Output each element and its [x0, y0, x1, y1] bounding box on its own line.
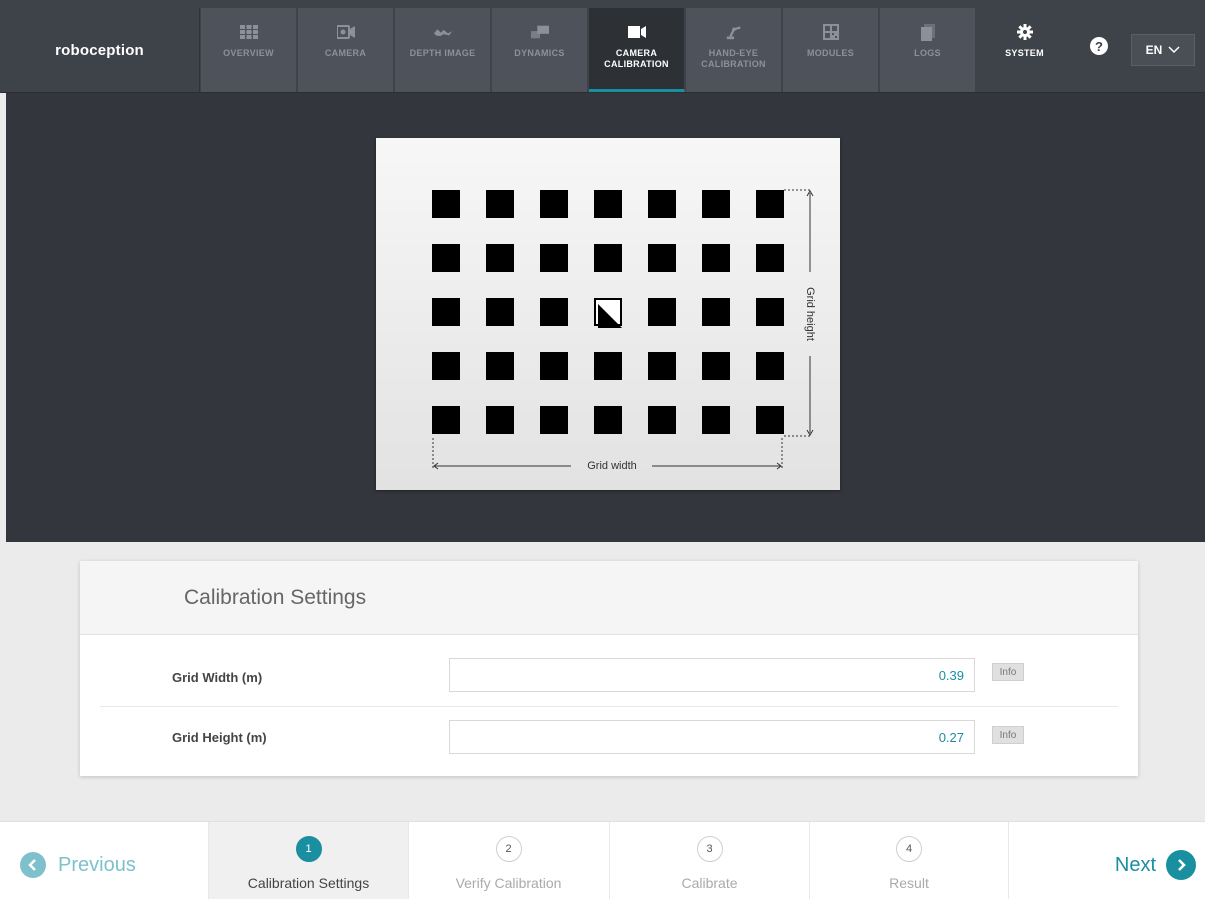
- video-camera-icon: [627, 24, 646, 40]
- nav-label: LOGS: [914, 48, 941, 58]
- gear-icon: [1016, 24, 1034, 40]
- grid-height-input[interactable]: [449, 720, 975, 754]
- calibration-settings-panel: Calibration Settings Grid Width (m) Info…: [80, 561, 1138, 776]
- nav-item-hand-eye-calibration[interactable]: HAND-EYE CALIBRATION: [686, 8, 782, 92]
- help-icon[interactable]: ?: [1090, 37, 1108, 55]
- grid-width-input[interactable]: [449, 658, 975, 692]
- nav-item-overview[interactable]: OVERVIEW: [201, 8, 297, 92]
- grid-height-row: Grid Height (m) Info: [100, 707, 1118, 767]
- nav-label: DYNAMICS: [514, 48, 565, 58]
- nav-label: SYSTEM: [1005, 48, 1044, 58]
- grid-width-info-button[interactable]: Info: [992, 663, 1024, 681]
- language-value: EN: [1145, 43, 1163, 57]
- nav-item-modules[interactable]: MODULES: [783, 8, 879, 92]
- nav-item-system[interactable]: SYSTEM: [977, 8, 1073, 92]
- language-select[interactable]: EN: [1131, 34, 1195, 66]
- wizard-footer: Previous 1 Calibration Settings 2 Verify…: [0, 821, 1205, 899]
- grid-width-label: Grid Width (m): [172, 669, 263, 685]
- grid-width-row: Grid Width (m) Info: [100, 647, 1118, 707]
- grid-dimension-lines: [432, 189, 814, 470]
- step-label: Calibration Settings: [247, 875, 370, 891]
- panel-title: Calibration Settings: [184, 585, 367, 609]
- grid-height-label: Grid height: [804, 287, 816, 341]
- next-label: Next: [1114, 853, 1156, 876]
- grid-icon: [239, 24, 258, 40]
- step-calibration-settings[interactable]: 1 Calibration Settings: [208, 822, 408, 899]
- step-label: Result: [889, 875, 929, 891]
- step-label: Verify Calibration: [455, 875, 562, 891]
- step-number: 3: [696, 836, 723, 862]
- modules-icon: [822, 24, 840, 40]
- step-label: Calibrate: [681, 875, 738, 891]
- calibration-diagram-area: Grid height Grid width: [6, 93, 1205, 542]
- nav-item-dynamics[interactable]: DYNAMICS: [492, 8, 588, 92]
- logs-icon: [919, 23, 937, 41]
- grid-width-label: Grid width: [587, 460, 637, 472]
- step-number: 2: [495, 836, 522, 862]
- step-result[interactable]: 4 Result: [809, 822, 1009, 899]
- nav-item-camera-calibration[interactable]: CAMERA CALIBRATION: [589, 8, 685, 92]
- chevron-left-icon: [20, 852, 46, 878]
- brand-name: roboception: [55, 41, 144, 59]
- panel-header: Calibration Settings: [80, 561, 1138, 635]
- nav-label: MODULES: [806, 48, 855, 58]
- grid-height-label: Grid Height (m): [172, 729, 267, 745]
- help-slot: ?: [1074, 8, 1124, 92]
- dynamics-icon: [530, 24, 549, 40]
- brand-logo[interactable]: roboception: [0, 8, 200, 92]
- chevron-right-icon: [1166, 850, 1196, 880]
- nav-label: OVERVIEW: [223, 48, 274, 58]
- step-number: 1: [295, 836, 322, 862]
- nav-item-camera[interactable]: CAMERA: [298, 8, 394, 92]
- robot-arm-icon: [725, 24, 743, 40]
- previous-button[interactable]: Previous: [20, 852, 136, 878]
- depth-icon: [433, 24, 452, 40]
- next-button[interactable]: Next: [1115, 850, 1196, 880]
- nav-label: CAMERA: [324, 48, 367, 58]
- step-number: 4: [896, 836, 922, 862]
- chevron-down-icon: [1168, 43, 1180, 57]
- calibration-grid-board: Grid height Grid width: [376, 138, 840, 490]
- nav-item-depth-image[interactable]: DEPTH IMAGE: [395, 8, 491, 92]
- nav-label: HAND-EYE CALIBRATION: [701, 48, 766, 69]
- top-nav: roboception OVERVIEW CAMERA DEPTH IMAGE …: [0, 0, 1205, 93]
- step-verify-calibration[interactable]: 2 Verify Calibration: [408, 822, 608, 899]
- grid-height-info-button[interactable]: Info: [992, 726, 1024, 744]
- nav-label: CAMERA CALIBRATION: [604, 48, 669, 69]
- nav-item-logs[interactable]: LOGS: [880, 8, 976, 92]
- camera-icon: [336, 24, 355, 40]
- previous-label: Previous: [58, 853, 136, 876]
- step-calibrate[interactable]: 3 Calibrate: [609, 822, 809, 899]
- nav-label: DEPTH IMAGE: [409, 48, 476, 58]
